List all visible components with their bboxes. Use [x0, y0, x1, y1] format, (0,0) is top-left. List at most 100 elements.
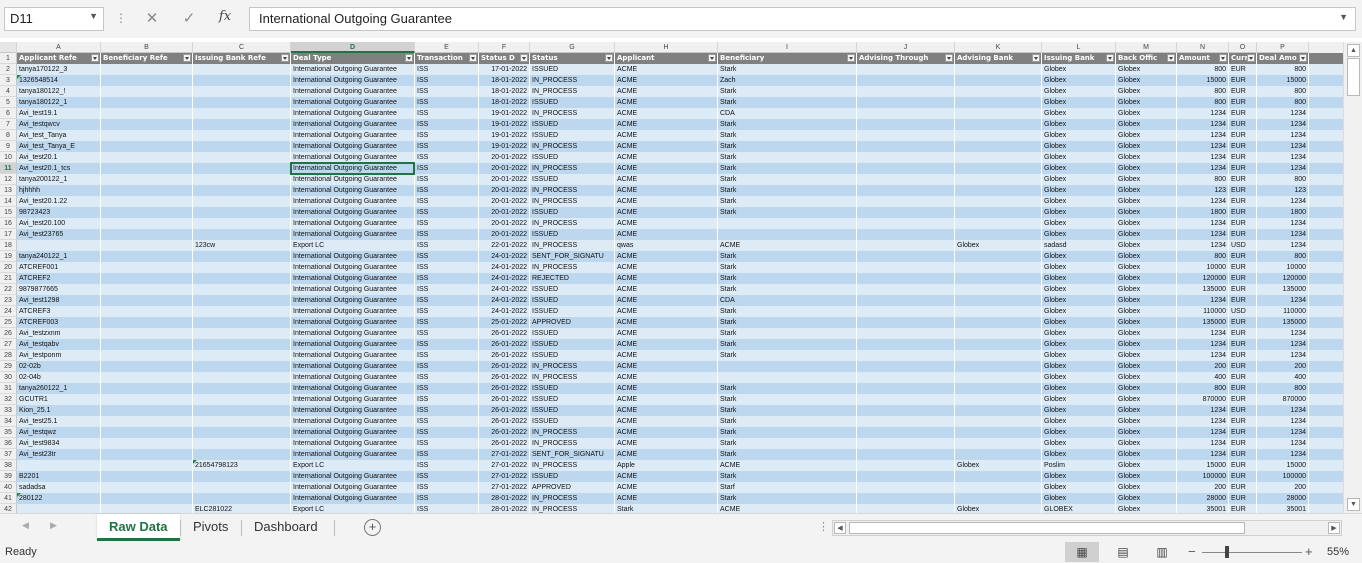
table-cell[interactable]	[17, 504, 101, 513]
table-cell[interactable]: Globex	[1116, 229, 1177, 240]
table-cell[interactable]: 20-01-2022	[479, 163, 530, 174]
table-cell[interactable]: Globex	[1042, 284, 1116, 295]
table-cell[interactable]: International Outgoing Guarantee	[291, 284, 415, 295]
column-filter-header[interactable]: Beneficiary	[718, 53, 857, 64]
table-cell[interactable]: 15000	[1177, 75, 1229, 86]
table-cell[interactable]: 1234	[1257, 449, 1309, 460]
table-cell[interactable]: ISS	[415, 119, 479, 130]
row-number[interactable]: 39	[0, 471, 17, 482]
table-cell[interactable]	[193, 97, 291, 108]
table-cell[interactable]	[955, 119, 1042, 130]
table-cell[interactable]: ISS	[415, 416, 479, 427]
table-cell[interactable]	[857, 141, 955, 152]
table-cell[interactable]: 1234	[1257, 141, 1309, 152]
table-cell[interactable]: 20-01-2022	[479, 174, 530, 185]
table-cell[interactable]	[101, 64, 193, 75]
table-cell[interactable]: EUR	[1229, 493, 1257, 504]
table-cell[interactable]: EUR	[1229, 141, 1257, 152]
table-cell[interactable]: 24-01-2022	[479, 273, 530, 284]
table-cell[interactable]	[857, 471, 955, 482]
table-cell[interactable]	[193, 350, 291, 361]
table-cell[interactable]: Globex	[1116, 339, 1177, 350]
table-cell[interactable]: ISS	[415, 229, 479, 240]
table-cell[interactable]	[101, 75, 193, 86]
table-cell[interactable]: 1234	[1257, 108, 1309, 119]
table-cell[interactable]: ACME	[718, 460, 857, 471]
table-cell[interactable]: ISSUED	[530, 350, 615, 361]
table-cell[interactable]	[101, 372, 193, 383]
table-cell[interactable]: 135000	[1177, 317, 1229, 328]
table-cell[interactable]: 1234	[1257, 130, 1309, 141]
table-cell[interactable]: IN_PROCESS	[530, 75, 615, 86]
table-cell[interactable]	[101, 97, 193, 108]
table-cell[interactable]: Avi_testponm	[17, 350, 101, 361]
horizontal-scroll-thumb[interactable]	[849, 522, 1245, 534]
table-cell[interactable]: SENT_FOR_SIGNATU	[530, 251, 615, 262]
table-cell[interactable]: 26-01-2022	[479, 328, 530, 339]
table-cell[interactable]: Kion_25.1	[17, 405, 101, 416]
table-cell[interactable]	[857, 460, 955, 471]
table-cell[interactable]	[193, 482, 291, 493]
table-cell[interactable]: Globex	[1116, 163, 1177, 174]
table-cell[interactable]	[955, 97, 1042, 108]
table-cell[interactable]: EUR	[1229, 438, 1257, 449]
table-cell[interactable]: Globex	[1042, 449, 1116, 460]
table-cell[interactable]: EUR	[1229, 207, 1257, 218]
table-cell[interactable]: 1234	[1257, 196, 1309, 207]
table-cell[interactable]: 20-01-2022	[479, 185, 530, 196]
table-cell[interactable]: 1800	[1177, 207, 1229, 218]
table-cell[interactable]: Stark	[718, 339, 857, 350]
table-cell[interactable]: International Outgoing Guarantee	[291, 471, 415, 482]
table-cell[interactable]: Globex	[955, 460, 1042, 471]
table-cell[interactable]: ISS	[415, 460, 479, 471]
table-cell[interactable]: International Outgoing Guarantee	[291, 108, 415, 119]
table-cell[interactable]: 200	[1177, 361, 1229, 372]
table-cell[interactable]	[857, 130, 955, 141]
table-cell[interactable]: ISS	[415, 295, 479, 306]
table-cell[interactable]: International Outgoing Guarantee	[291, 251, 415, 262]
table-cell[interactable]: 800	[1257, 97, 1309, 108]
table-cell[interactable]: Stark	[718, 306, 857, 317]
table-cell[interactable]: International Outgoing Guarantee	[291, 75, 415, 86]
table-cell[interactable]: ISS	[415, 317, 479, 328]
row-number[interactable]: 12	[0, 174, 17, 185]
table-cell[interactable]: Globex	[1116, 174, 1177, 185]
table-cell[interactable]: Globex	[1116, 416, 1177, 427]
table-cell[interactable]: ATCREF001	[17, 262, 101, 273]
formula-input[interactable]: International Outgoing Guarantee ▼	[249, 7, 1356, 31]
table-cell[interactable]: tanya200122_1	[17, 174, 101, 185]
table-cell[interactable]: ISSUED	[530, 295, 615, 306]
table-cell[interactable]	[101, 460, 193, 471]
table-cell[interactable]	[857, 284, 955, 295]
name-box[interactable]: D11 ▼	[4, 7, 104, 31]
table-cell[interactable]: Avi_test23tr	[17, 449, 101, 460]
column-filter-header[interactable]: Status	[530, 53, 615, 64]
table-cell[interactable]: Stark	[718, 141, 857, 152]
table-cell[interactable]	[857, 350, 955, 361]
column-filter-header[interactable]: Issuing Bank	[1042, 53, 1116, 64]
table-cell[interactable]	[101, 350, 193, 361]
table-cell[interactable]: ACME	[615, 438, 718, 449]
table-cell[interactable]: 27-01-2022	[479, 471, 530, 482]
column-header-b[interactable]: B	[101, 42, 193, 53]
table-cell[interactable]	[193, 207, 291, 218]
table-cell[interactable]: International Outgoing Guarantee	[291, 427, 415, 438]
table-cell[interactable]	[955, 405, 1042, 416]
table-cell[interactable]	[857, 97, 955, 108]
table-cell[interactable]: Globex	[1042, 361, 1116, 372]
table-cell[interactable]	[955, 394, 1042, 405]
column-header-a[interactable]: A	[17, 42, 101, 53]
table-cell[interactable]: Globex	[1042, 339, 1116, 350]
table-cell[interactable]: ACME	[718, 504, 857, 513]
table-cell[interactable]	[955, 449, 1042, 460]
table-cell[interactable]: Stark	[718, 273, 857, 284]
table-cell[interactable]: EUR	[1229, 119, 1257, 130]
table-cell[interactable]: ISSUED	[530, 339, 615, 350]
table-cell[interactable]: 120000	[1177, 273, 1229, 284]
table-cell[interactable]: Globex	[1042, 306, 1116, 317]
table-cell[interactable]	[857, 394, 955, 405]
table-cell[interactable]: Globex	[1042, 427, 1116, 438]
table-cell[interactable]	[857, 493, 955, 504]
table-cell[interactable]	[101, 108, 193, 119]
table-cell[interactable]: 20-01-2022	[479, 218, 530, 229]
